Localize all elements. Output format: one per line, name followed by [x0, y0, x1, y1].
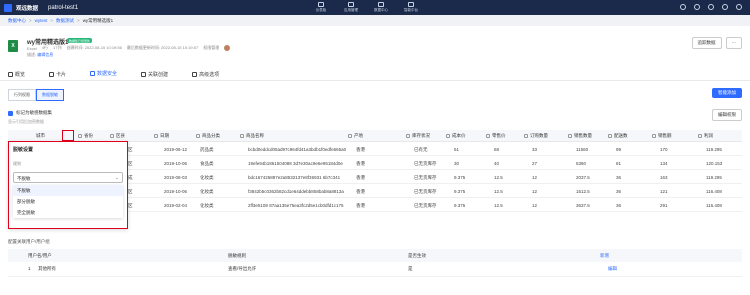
link-icon: [141, 71, 147, 77]
column-header[interactable]: 利润: [698, 133, 713, 139]
breadcrumb-item[interactable]: 数据中心: [8, 18, 26, 24]
app-icon: [348, 2, 354, 7]
sensitive-checkbox-row[interactable]: 标记为敏感数据集: [8, 110, 52, 116]
module-smart-center[interactable]: 智能中台: [402, 2, 420, 13]
settings-icon[interactable]: [722, 4, 728, 10]
chevron-down-icon: ⌄: [114, 175, 119, 181]
excel-file-icon: X: [8, 40, 18, 52]
divider: [0, 80, 750, 81]
masking-rule-select[interactable]: 不脱敏 ⌄: [13, 172, 123, 183]
rule-label: 规则: [13, 161, 21, 166]
dataset-meta: Excel 4行 17列 创建时间: 2022-08-15 10:19:56 最…: [27, 45, 231, 51]
avatar: [224, 45, 231, 51]
checkbox-hint: 显示引用后加密数据: [8, 119, 44, 124]
column-header[interactable]: 区县: [110, 133, 125, 139]
shield-icon: [90, 71, 96, 76]
column-header[interactable]: 成本价: [446, 133, 466, 139]
breadcrumb-item[interactable]: 数据测试: [56, 18, 74, 24]
breadcrumb-current: wy常用精选版1: [82, 18, 114, 23]
sensitive-checkbox[interactable]: [8, 110, 13, 116]
column-header[interactable]: 商品分类: [196, 133, 220, 139]
association-title: 配置关联用户/用户组: [8, 239, 50, 244]
dashboard-icon: [318, 2, 324, 7]
dataset-description: 描述: 编辑信息: [27, 52, 54, 57]
table-row: 1 其他所有 查看/导出允许 是 编辑: [8, 262, 742, 277]
module-nav: 仪表板 应用管理 数据中心 智能中台: [312, 2, 420, 13]
brand-name: 观远数据: [16, 5, 39, 12]
masking-settings-popover: 脱敏设置 规则 不脱敏 ⌄ 不脱敏 部分脱敏 完全脱敏: [8, 141, 128, 229]
card-icon: [49, 71, 55, 77]
popover-title: 脱敏设置: [13, 147, 34, 153]
edit-link[interactable]: 编辑: [608, 266, 617, 272]
top-navigation-bar: 观远数据 patrol-test1 仪表板 应用管理 数据中心 智能中台: [0, 0, 750, 15]
column-header[interactable]: 配送数: [608, 133, 628, 139]
column-header[interactable]: 零售价: [486, 133, 506, 139]
smart-add-button[interactable]: 智能添加: [712, 88, 742, 98]
gear-icon: [192, 71, 198, 77]
option-full-masking[interactable]: 完全脱敏: [13, 207, 123, 218]
column-header[interactable]: 日期: [154, 133, 169, 139]
help-icon[interactable]: [708, 4, 714, 10]
header-actions: 追踪数据 ···: [691, 37, 742, 49]
column-header[interactable]: 省份: [78, 133, 93, 139]
smart-center-icon: [408, 2, 414, 7]
association-table: 用户名/用户 脱敏规则 是否生效 新增 1 其他所有 查看/导出允许 是 编辑: [8, 249, 742, 277]
module-dashboard[interactable]: 仪表板: [312, 2, 330, 13]
brand-logo-icon: [4, 3, 12, 12]
column-header[interactable]: 产地: [348, 133, 363, 139]
segment-row-col-permission[interactable]: 行列权限: [8, 89, 36, 101]
track-data-button[interactable]: 追踪数据: [691, 37, 722, 49]
module-app-management[interactable]: 应用管理: [342, 2, 360, 13]
security-segments: 行列权限 数据脱敏: [8, 89, 64, 101]
user-avatar-icon[interactable]: [736, 4, 742, 10]
column-header[interactable]: 销售额: [652, 133, 672, 139]
data-center-icon: [378, 2, 384, 7]
overview-icon: [8, 71, 13, 77]
option-partial-masking[interactable]: 部分脱敏: [13, 196, 123, 207]
segment-data-masking[interactable]: 数据脱敏: [36, 89, 64, 101]
status-badge: 数据集已经更新: [67, 38, 93, 43]
association-table-header: 用户名/用户 脱敏规则 是否生效 新增: [8, 249, 742, 262]
more-button[interactable]: ···: [725, 37, 742, 49]
project-name[interactable]: patrol-test1: [48, 5, 78, 11]
option-no-masking[interactable]: 不脱敏: [13, 185, 123, 196]
breadcrumb-item[interactable]: wytest: [35, 18, 48, 24]
apps-icon[interactable]: [680, 4, 686, 10]
search-icon[interactable]: [694, 4, 700, 10]
add-rule-link[interactable]: 新增: [600, 253, 609, 259]
column-header[interactable]: 销售数量: [568, 133, 592, 139]
column-header[interactable]: 库存状况: [406, 133, 430, 139]
column-header[interactable]: 城市: [36, 133, 45, 139]
edit-permission-button[interactable]: 编辑权限: [712, 109, 742, 121]
module-data-center[interactable]: 数据中心: [372, 2, 390, 13]
top-right-icons: [680, 4, 742, 10]
column-header[interactable]: 商品名称: [240, 133, 264, 139]
masking-rule-options: 不脱敏 部分脱敏 完全脱敏: [13, 185, 123, 218]
column-header[interactable]: 订购数量: [524, 133, 548, 139]
breadcrumb: 数据中心 > wytest > 数据测试 > wy常用精选版1: [8, 18, 114, 24]
mask-settings-trigger-highlight[interactable]: [62, 130, 74, 141]
